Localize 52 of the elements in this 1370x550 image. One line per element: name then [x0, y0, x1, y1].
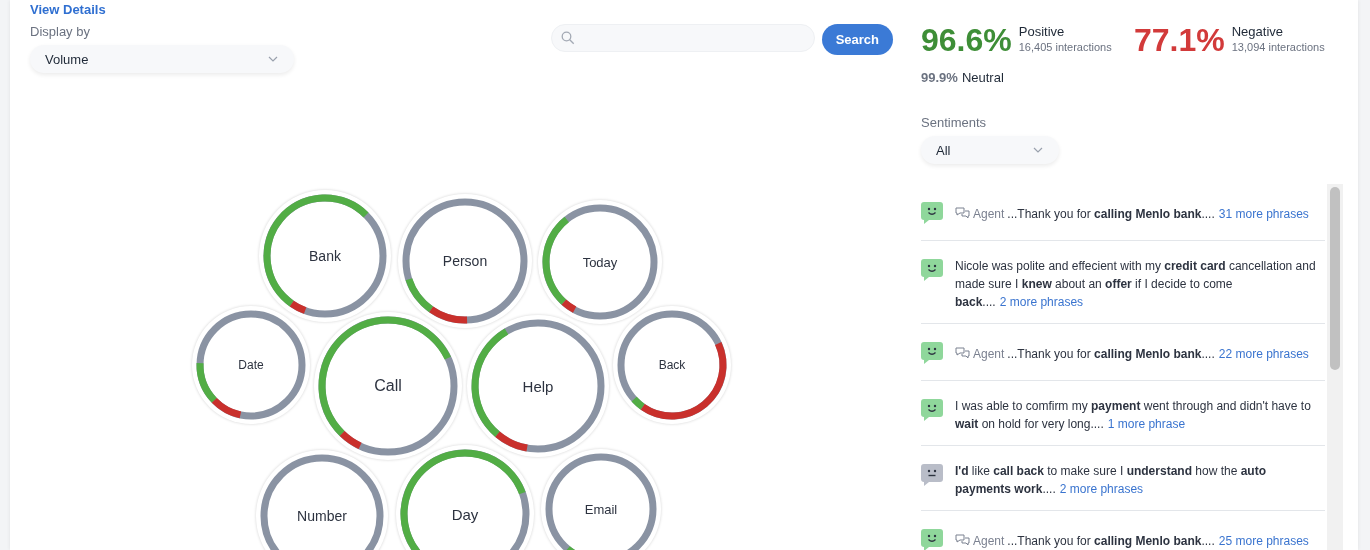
speaker-label: Agent [973, 205, 1005, 223]
comment-text: ...Thank you for calling Menlo bank.... 22 more phrases [1007, 345, 1309, 363]
topic-label: Today [582, 254, 618, 270]
more-phrases-link[interactable]: 1 more phrase [1107, 417, 1186, 431]
topic-label: Day [451, 505, 479, 523]
stat-label: Positive [1018, 24, 1066, 39]
chat-bubbles-icon [955, 534, 970, 547]
topic-label: Person [442, 253, 488, 269]
interaction-count: 13,094 interactions [1231, 41, 1325, 53]
sentiments-select[interactable]: All [921, 136, 1059, 164]
topic-bubble[interactable]: Back [613, 306, 731, 424]
topic-label: Date [238, 358, 264, 372]
search-icon [560, 31, 575, 45]
chat-bubbles-icon [955, 347, 970, 360]
topic-bubble[interactable]: Day [396, 445, 534, 550]
topic-label: Call [374, 377, 402, 395]
topic-label: Back [658, 358, 686, 372]
topic-bubble[interactable]: Email [541, 449, 661, 550]
search-field[interactable] [550, 24, 815, 52]
topic-label: Bank [309, 248, 341, 264]
topic-bubble[interactable]: Date [192, 306, 310, 424]
search-button[interactable]: Search [821, 24, 893, 55]
more-phrases-link[interactable]: 22 more phrases [1218, 346, 1309, 361]
chevron-down-icon [1033, 147, 1043, 153]
chat-bubbles-icon [955, 207, 970, 220]
chevron-down-icon [268, 56, 278, 62]
field-label: Sentiments [921, 115, 988, 131]
comment-text: ...Thank you for calling Menlo bank.... 31 more phrases [1007, 205, 1309, 223]
comment-text: I was able to comfirm my payment went through and didn't have to wait on hold for very long.... 1 more phrase [955, 399, 1311, 431]
comment-text: Nicole was polite and effecient with my credit card cancellation and made sure I knew about an offer if I decide to come back.... 2 more phrases [955, 259, 1316, 309]
percentage-value: 99.9% [921, 70, 958, 85]
topic-label: Help [522, 377, 554, 395]
more-phrases-link[interactable]: 31 more phrases [1218, 206, 1309, 221]
field-label: Display by [30, 24, 91, 40]
topic-bubble[interactable]: Number [256, 450, 388, 550]
display-by-select[interactable]: Volume [30, 45, 294, 73]
speaker-label: Agent [973, 345, 1005, 363]
scrollbar[interactable] [1327, 184, 1343, 550]
comment-text: I'd like call back to make sure I understand how the auto payments work.... 2 more phrases [955, 464, 1266, 496]
percentage-value: 77.1% [1134, 22, 1225, 58]
more-phrases-link[interactable]: 2 more phrases [1059, 482, 1144, 496]
topic-label: Email [584, 501, 618, 517]
percentage-value: 96.6% [921, 22, 1012, 58]
interaction-count: 16,405 interactions [1018, 41, 1112, 53]
stat-label: Neutral [961, 70, 1004, 85]
speaker-label: Agent [973, 532, 1005, 550]
stat-label: Negative [1231, 24, 1285, 39]
view-details-link[interactable]: View Details [30, 2, 106, 18]
topic-label: Number [297, 508, 347, 524]
comment-text: ...Thank you for calling Menlo bank.... 25 more phrases [1007, 532, 1309, 550]
more-phrases-link[interactable]: 2 more phrases [999, 295, 1084, 309]
more-phrases-link[interactable]: 25 more phrases [1218, 533, 1309, 548]
